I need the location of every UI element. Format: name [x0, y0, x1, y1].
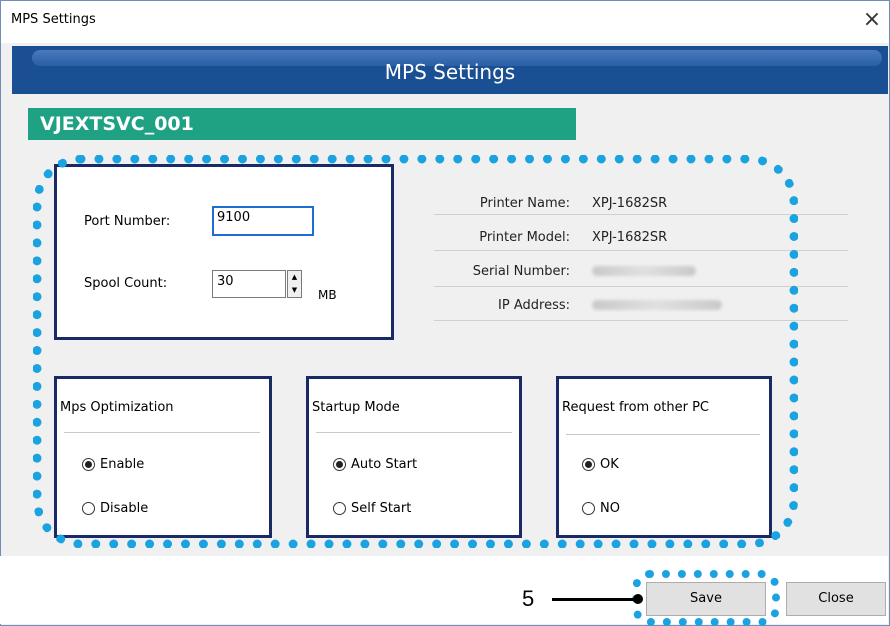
close-icon[interactable]: × — [857, 5, 887, 35]
settings-highlight-outline — [33, 155, 798, 548]
service-name-header: VJEXTSVC_001 — [28, 108, 576, 140]
save-highlight-outline — [632, 570, 780, 626]
title-bar: MPS Settings × — [1, 1, 889, 43]
callout-dot — [633, 594, 643, 604]
callout-number: 5 — [522, 586, 535, 611]
callout-leader-line — [552, 598, 640, 601]
window-title: MPS Settings — [11, 12, 96, 27]
close-button[interactable]: Close — [786, 582, 886, 616]
banner-title: MPS Settings — [384, 60, 516, 84]
header-banner: MPS Settings — [12, 46, 888, 94]
